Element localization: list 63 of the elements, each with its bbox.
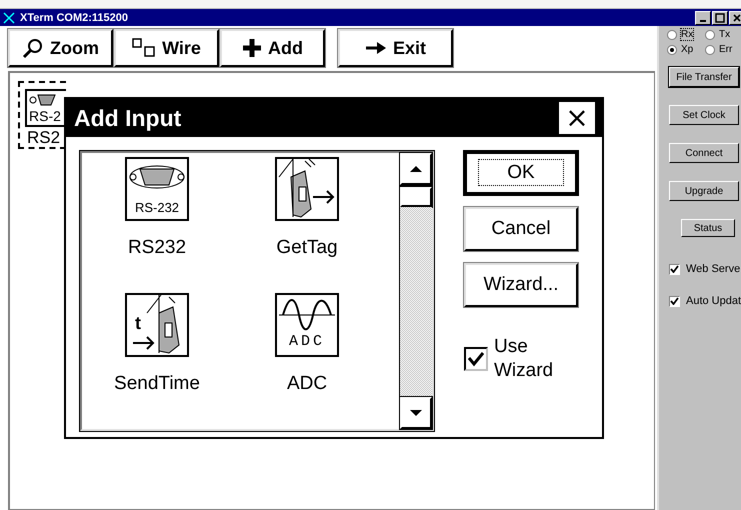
icon-text: RS-2 [29,109,62,123]
down-arrow-icon [409,409,423,417]
scrollbar[interactable] [399,153,432,429]
minimize-icon [700,20,706,22]
list-item[interactable]: GetTag [232,157,382,293]
panel-button[interactable]: Connect [669,143,739,163]
panel-button[interactable]: Status [681,219,735,237]
checkbox[interactable] [669,296,680,306]
two-squares-icon [132,38,156,58]
up-arrow-icon [409,165,423,173]
toolbar-button[interactable]: Add [220,29,325,67]
toolbar-button[interactable]: Exit [338,29,453,67]
minimize-button[interactable] [695,10,711,24]
radio-label: Rx [681,29,694,40]
maximize-button[interactable] [712,10,728,24]
dialog-title: Add Input [74,104,182,132]
radio-button[interactable] [705,30,715,40]
device-clock-icon: t [125,293,189,357]
magnifier-icon [22,37,44,59]
checkbox-label: Auto Updat [686,295,741,307]
radio-button[interactable] [705,44,715,54]
toolbar-button[interactable]: Zoom [8,29,113,67]
maximize-icon [715,12,725,22]
radio-label: Xp [681,44,694,55]
close-button[interactable] [729,10,741,24]
panel-button[interactable]: Upgrade [669,181,739,201]
checkbox[interactable] [669,264,680,274]
window-title: XTerm COM2:115200 [20,12,130,24]
close-button[interactable]: × [558,101,596,135]
dialog-button[interactable]: Cancel [464,207,578,251]
radio-button[interactable] [667,30,677,40]
plus-icon [242,38,262,58]
connector-icon: RS-232 [125,157,189,221]
dialog-button[interactable]: Wizard... [464,263,578,307]
arrow-icon [364,40,387,56]
x-logo-icon [3,12,15,24]
radio-label: Tx [719,29,730,40]
toolbar-button[interactable]: Wire [114,29,219,67]
scroll-up-button[interactable] [400,153,432,185]
checkbox-label: Use Wizard [494,335,554,383]
checkbox[interactable] [464,347,488,371]
connector-icon [29,93,57,107]
check-icon [467,351,485,367]
scroll-down-button[interactable] [400,397,432,429]
list-item[interactable]: t SendTime [82,293,232,429]
radio-button[interactable] [667,44,677,54]
checkbox-label: Web Serve [686,263,740,275]
radio-label: Err [719,44,732,55]
check-icon [670,265,679,273]
item-label: SendTime [114,373,200,395]
dialog-button[interactable]: OK [464,151,578,195]
list-item[interactable]: RS-232 RS232 [82,157,232,293]
close-icon [732,12,741,22]
node-label: RS2 [27,129,62,147]
list-item[interactable]: ADC ADC [232,293,382,429]
scroll-thumb[interactable] [400,187,432,207]
wave-icon: ADC [275,293,339,357]
item-label: ADC [286,373,328,395]
item-label: GetTag [276,237,338,259]
panel-button[interactable]: File Transfer [669,67,739,87]
panel-button[interactable]: Set Clock [669,105,739,125]
item-label: RS232 [128,237,186,259]
check-icon [670,297,679,305]
